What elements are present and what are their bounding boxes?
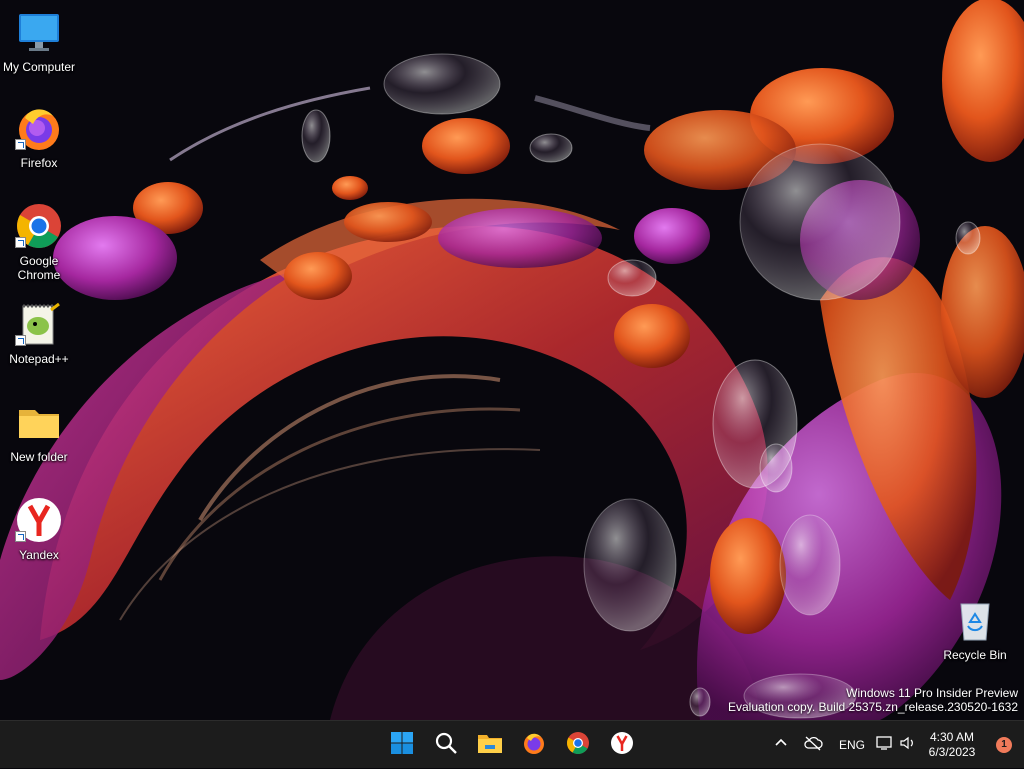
watermark-line-1: Windows 11 Pro Insider Preview (846, 686, 1018, 700)
folder-icon (15, 398, 63, 446)
clock-button[interactable]: 4:30 AM 6/3/2023 (920, 725, 984, 765)
notification-center-button[interactable]: 1 (984, 725, 1024, 765)
notepadpp-icon (15, 300, 63, 348)
search-icon (434, 731, 458, 760)
clock-time: 4:30 AM (929, 730, 975, 744)
folder-icon (477, 731, 503, 760)
chevron-up-icon (774, 736, 788, 755)
desktop-icon-new-folder[interactable]: New folder (0, 398, 78, 464)
firefox-icon (522, 731, 546, 760)
windows-evaluation-watermark: Windows 11 Pro Insider Preview Evaluatio… (728, 686, 1018, 714)
firefox-button[interactable] (512, 723, 556, 767)
language-indicator[interactable]: ENG (832, 725, 872, 765)
firefox-icon (15, 104, 63, 152)
desktop-icon-google-chrome[interactable]: Google Chrome (0, 202, 78, 282)
yandex-icon (610, 731, 634, 760)
shortcut-arrow-icon (15, 335, 26, 346)
yandex-button[interactable] (600, 723, 644, 767)
desktop-icon-my-computer[interactable]: My Computer (0, 8, 78, 74)
monitor-icon (15, 8, 63, 56)
recycle-bin-icon (951, 596, 999, 644)
taskbar: ENG 4:30 AM 6/3/2023 1 (0, 720, 1024, 768)
notification-count-badge: 1 (996, 737, 1012, 753)
yandex-icon (15, 496, 63, 544)
shortcut-arrow-icon (15, 237, 26, 248)
search-button[interactable] (424, 723, 468, 767)
onedrive-button[interactable] (794, 725, 832, 765)
desktop-icon-notepadpp[interactable]: Notepad++ (0, 300, 78, 366)
chrome-icon (566, 731, 590, 760)
desktop-icon-label: Notepad++ (9, 352, 69, 366)
desktop-icon-label: Firefox (20, 156, 58, 170)
start-button[interactable] (380, 723, 424, 767)
system-tray: ENG 4:30 AM 6/3/2023 1 (768, 721, 1024, 769)
desktop-wallpaper (0, 0, 1024, 720)
desktop-icon-label: Recycle Bin (943, 648, 1007, 662)
desktop-icon-label: My Computer (2, 60, 76, 74)
volume-button[interactable] (896, 725, 920, 765)
desktop-icon-recycle-bin[interactable]: Recycle Bin (936, 596, 1014, 662)
watermark-line-2: Evaluation copy. Build 25375.zn_release.… (728, 700, 1018, 714)
shortcut-arrow-icon (15, 531, 26, 542)
desktop-icon-label: Google Chrome (17, 254, 61, 282)
windows-logo-icon (390, 731, 414, 760)
clock-date: 6/3/2023 (928, 745, 976, 759)
cloud-offline-icon (803, 735, 823, 756)
speaker-icon (899, 735, 917, 756)
chrome-icon (15, 202, 63, 250)
file-explorer-button[interactable] (468, 723, 512, 767)
show-hidden-icons-button[interactable] (768, 725, 794, 765)
shortcut-arrow-icon (15, 139, 26, 150)
network-button[interactable] (872, 725, 896, 765)
network-icon (875, 735, 893, 756)
desktop-icon-label: Yandex (19, 548, 59, 562)
desktop-icon-yandex[interactable]: Yandex (0, 496, 78, 562)
taskbar-pinned-apps (380, 721, 644, 769)
desktop-icon-firefox[interactable]: Firefox (0, 104, 78, 170)
desktop-icon-label: New folder (10, 450, 68, 464)
chrome-button[interactable] (556, 723, 600, 767)
